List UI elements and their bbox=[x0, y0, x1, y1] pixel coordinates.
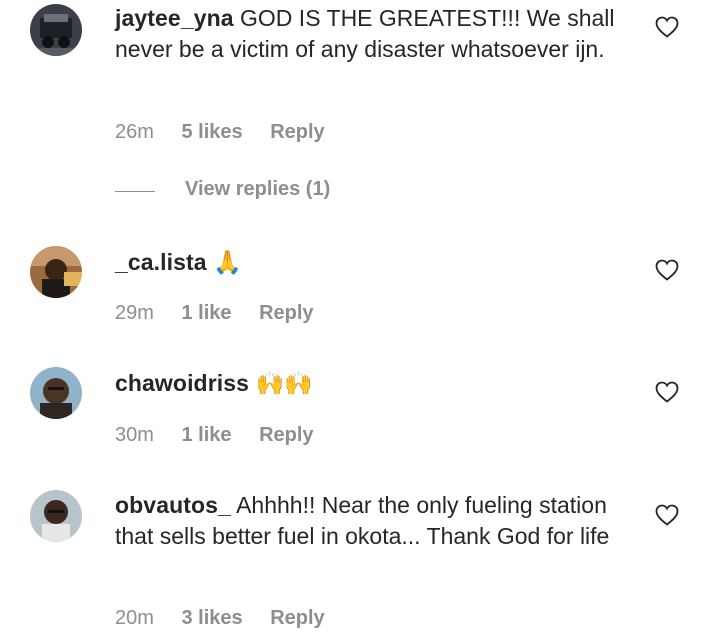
comment-meta: 26m 5 likes Reply bbox=[115, 121, 347, 144]
avatar[interactable] bbox=[30, 4, 82, 56]
reply-button[interactable]: Reply bbox=[259, 424, 313, 446]
comment-time: 30m bbox=[115, 424, 154, 446]
view-replies-label: View replies (1) bbox=[185, 178, 331, 200]
reply-button[interactable]: Reply bbox=[259, 302, 313, 324]
comment-username[interactable]: _ca.lista bbox=[115, 249, 207, 275]
comment-body: obvautos_ Ahhhh!! Near the only fueling … bbox=[115, 490, 635, 552]
heart-icon[interactable] bbox=[655, 504, 679, 526]
comment-likes[interactable]: 1 like bbox=[181, 424, 231, 446]
view-replies-line bbox=[115, 191, 155, 192]
comment-body: jaytee_yna GOD IS THE GREATEST!!! We sha… bbox=[115, 3, 635, 65]
comment-username[interactable]: chawoidriss bbox=[115, 370, 249, 396]
heart-icon[interactable] bbox=[655, 16, 679, 38]
heart-icon[interactable] bbox=[655, 259, 679, 281]
comment-likes[interactable]: 5 likes bbox=[181, 121, 242, 143]
comment-time: 26m bbox=[115, 121, 154, 143]
heart-icon[interactable] bbox=[655, 381, 679, 403]
comment-body: _ca.lista 🙏 bbox=[115, 247, 635, 278]
comment-text: 🙌🙌 bbox=[255, 370, 313, 396]
reply-button[interactable]: Reply bbox=[270, 607, 324, 629]
comment-time: 29m bbox=[115, 302, 154, 324]
reply-button[interactable]: Reply bbox=[270, 121, 324, 143]
avatar[interactable] bbox=[30, 367, 82, 419]
comment-username[interactable]: jaytee_yna bbox=[115, 5, 234, 31]
comment-meta: 30m 1 like Reply bbox=[115, 424, 336, 447]
comment-time: 20m bbox=[115, 607, 154, 629]
avatar[interactable] bbox=[30, 490, 82, 542]
comment-text: 🙏 bbox=[213, 249, 242, 275]
comment-meta: 20m 3 likes Reply bbox=[115, 607, 347, 630]
comment-likes[interactable]: 1 like bbox=[181, 302, 231, 324]
comment-likes[interactable]: 3 likes bbox=[181, 607, 242, 629]
avatar[interactable] bbox=[30, 246, 82, 298]
comment-body: chawoidriss 🙌🙌 bbox=[115, 368, 635, 399]
comment-username[interactable]: obvautos_ bbox=[115, 492, 231, 518]
comment-meta: 29m 1 like Reply bbox=[115, 302, 336, 325]
